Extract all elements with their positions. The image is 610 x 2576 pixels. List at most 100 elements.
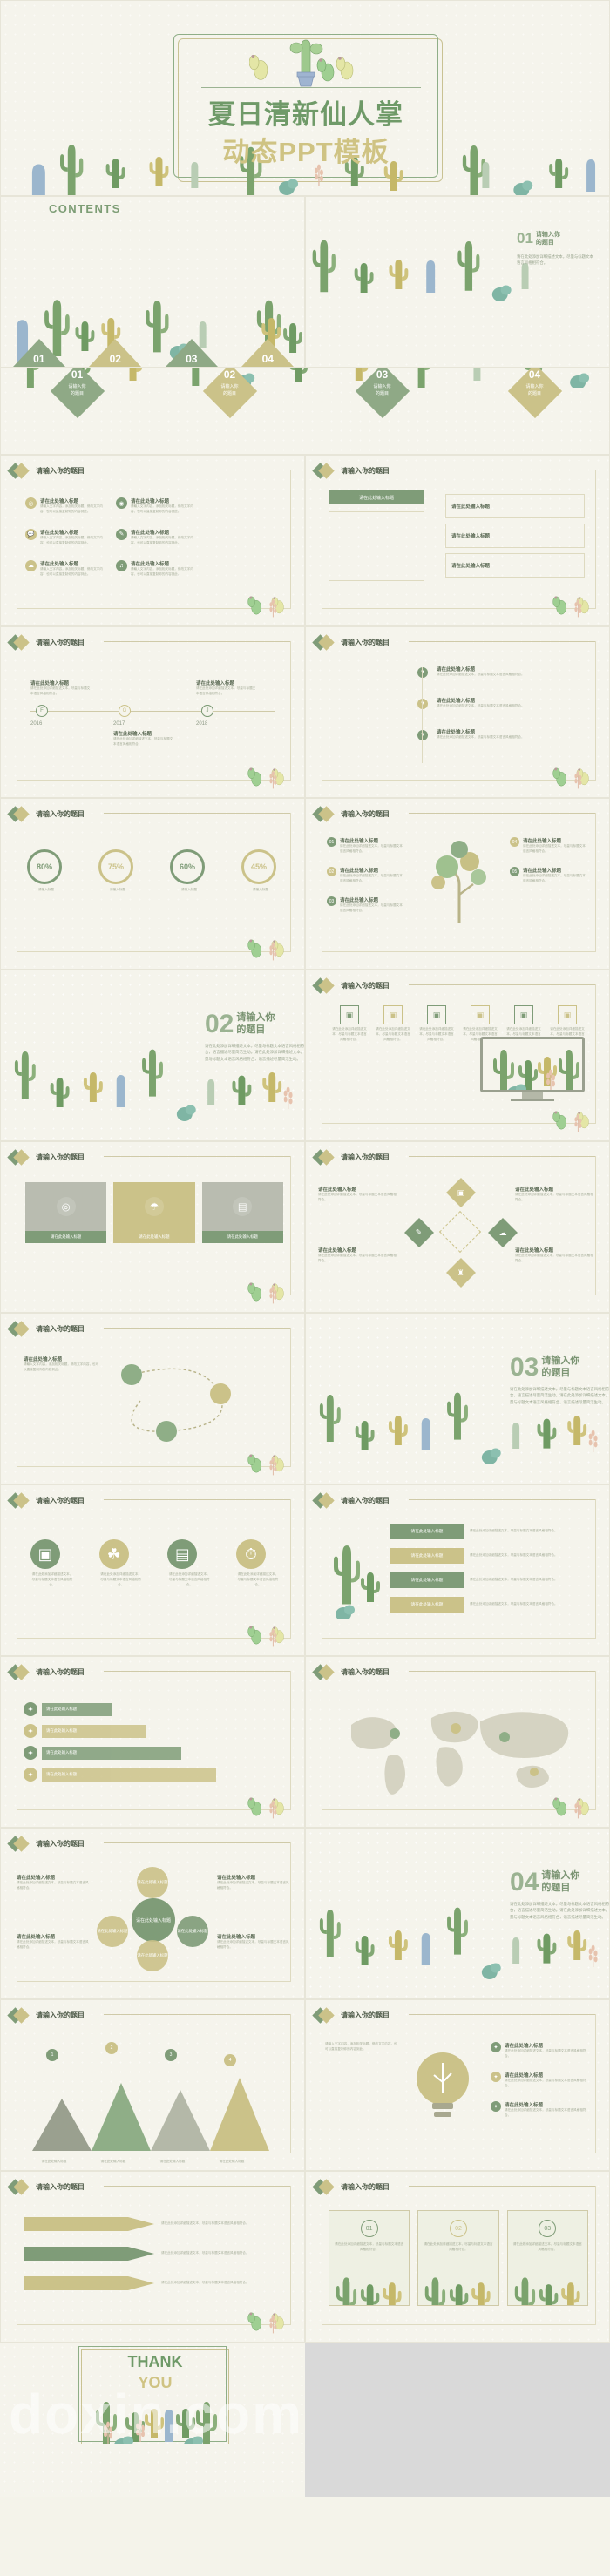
diamond-item-04[interactable]: 04 请输入你 的题目 [505, 368, 565, 421]
contents-item-01[interactable]: 01 [12, 339, 65, 367]
slide-title[interactable]: 夏日清新仙人掌 动态PPT模板 [0, 0, 610, 196]
peak-marker[interactable]: 1 [46, 2049, 58, 2061]
slide-17[interactable]: 请输入你的题目 请在此处输入标题 请在此处添加详细描述文本，尽量与标题文本语言风… [305, 1484, 610, 1656]
tree-node[interactable]: 05 请在此处输入标题 请在此处添加详细描述文本，尽量与标题文本语言风格相符合。 [510, 867, 588, 884]
step-bar-row[interactable]: ✦ 请在此处输入标题 [24, 1724, 285, 1738]
feature-item[interactable]: 💬 请在此处输入标题 请輸入文字内容，添加相关标题，修改文字内容，也可以直接复制… [25, 528, 109, 546]
diamond-item-03[interactable]: 03 请输入你 的题目 [353, 368, 412, 421]
cactus-decoration [247, 1282, 284, 1304]
ppt-template-preview: 夏日清新仙人掌 动态PPT模板 CONTENTS 01 02 03 04 01 … [0, 0, 610, 2497]
panel[interactable]: 01 请在此处添加详细描述文本，尽量与标题文本语言风格相符合。 [329, 2210, 410, 2306]
peak-marker[interactable]: 4 [224, 2054, 236, 2066]
step-bar-row[interactable]: ✦ 请在此处输入标题 [24, 1768, 285, 1782]
slide-5[interactable]: 请输入你的题目 请在此处输入标题 请在此处输入标题 请在此处输入标题 请在此处输… [305, 455, 610, 626]
peak-marker[interactable]: 2 [105, 2042, 118, 2054]
arrow-row[interactable]: 请在此处添加详细描述文本，尽量与标题文本语言风格相符合。 [24, 2214, 292, 2235]
slide-7[interactable]: 请输入你的题目 请在此处输入标题 请在此处添加详细描述文本，尽量与标题文本语言风格… [305, 626, 610, 798]
ribbon-row[interactable]: 请在此处输入标题 请在此处添加详细描述文本，尽量与标题文本语言风格相符合。 [390, 1597, 583, 1613]
circle-item[interactable]: ▤ 请在此处添加详细描述文本，尽量与标题文本语言风格相符合。 [167, 1539, 211, 1588]
percent-item[interactable]: 75% 请输入标题 [98, 849, 137, 893]
slide-6[interactable]: 请输入你的题目 F 2016 G 2017 H 2018 J 请在此处输入标题请… [0, 626, 305, 798]
percent-item[interactable]: 60% 请输入标题 [170, 849, 208, 893]
slide-row-13: 请输入你的题目 请在此处添加详细描述文本，尽量与标题文本语言风格相符合。 请在此… [0, 2171, 610, 2343]
ribbon-row[interactable]: 请在此处输入标题 请在此处添加详细描述文本，尽量与标题文本语言风格相符合。 [390, 1572, 583, 1588]
step-item[interactable]: 请在此处输入标题 请在此处添加详细描述文本，尽量与标题文本语言风格相符合。 [437, 666, 567, 678]
card[interactable]: ◎ 请在此处输入标题 [25, 1182, 107, 1243]
slide-14[interactable]: 请输入你的题目 请在此处输入标题 请輸入文字内容，添加相关标题，修改文字内容，也可… [0, 1313, 305, 1484]
ribbon-row[interactable]: 请在此处输入标题 请在此处添加详细描述文本，尽量与标题文本语言风格相符合。 [390, 1524, 583, 1539]
arrow-row[interactable]: 请在此处添加详细描述文本，尽量与标题文本语言风格相符合。 [24, 2243, 292, 2264]
slide-10[interactable]: 02 请输入你 的题目 请在此处添加详细描述文本，尽量与标题文本语言风格相符合，… [0, 970, 305, 1141]
slide-23[interactable]: 请输入你的题目 ✦ 请在此处输入标题 请在此处添加详细描述文本，尽量与标题文本语言风… [305, 1999, 610, 2171]
percent-item[interactable]: 80% 请输入标题 [27, 849, 65, 893]
tree-node[interactable]: 01 请在此处输入标题 请在此处添加详细描述文本，尽量与标题文本语言风格相符合。 [327, 837, 405, 855]
feature-item[interactable]: ◉ 请在此处输入标题 请輸入文字内容，添加相关标题，修改文字内容，也可以直接复制… [116, 497, 200, 515]
timeline-node-end[interactable]: J [201, 705, 214, 717]
tree-node[interactable]: 02 请在此处输入标题 请在此处添加详细描述文本，尽量与标题文本语言风格相符合。 [327, 867, 405, 884]
peak-marker[interactable]: 3 [165, 2049, 177, 2061]
bulb-item[interactable]: ✦ 请在此处输入标题 请在此处添加详细描述文本，尽量与标题文本语言风格相符合。 [491, 2101, 586, 2119]
timeline-node[interactable]: G [119, 705, 131, 717]
slide-11[interactable]: 请输入你的题目 ▣ 请在此处添加详细描述文本，尽量与标题文本语言风格相符合。 ▣… [305, 970, 610, 1141]
list-row[interactable]: 请在此处输入标题 [445, 553, 585, 578]
diamond-node[interactable]: ✎ [404, 1218, 434, 1247]
feature-item[interactable]: ♫ 请在此处输入标题 请輸入文字内容，添加相关标题，修改文字内容，也可以直接复制… [116, 559, 200, 578]
cluster-node[interactable]: 请在此处输入标题 [137, 1867, 168, 1898]
slide-diamond-nav[interactable]: 01 请输入你 的题目 02 请输入你 的题目 03 请输入你 的题目 04 请输入你… [0, 368, 610, 455]
slide-18[interactable]: 请输入你的题目 ✦ 请在此处输入标题 ✦ 请在此处输入标题 ✦ 请在此处输入标题… [0, 1656, 305, 1828]
timeline-node[interactable]: F [36, 705, 48, 717]
tree-node[interactable]: 04 请在此处输入标题 请在此处添加详细描述文本，尽量与标题文本语言风格相符合。 [510, 837, 588, 855]
slide-contents[interactable]: CONTENTS 01 02 03 04 [0, 196, 305, 368]
icon-item[interactable]: ▣ 请在此处添加详细描述文本，尽量与标题文本语言风格相符合。 [376, 1005, 410, 1043]
cluster-node[interactable]: 请在此处输入标题 [97, 1916, 128, 1947]
slide-22[interactable]: 请输入你的题目 1234 请在此处输入标题 请在此处输入标题 请在此处输入标题 请在此… [0, 1999, 305, 2171]
diamond-item-02[interactable]: 02 请输入你 的题目 [200, 368, 260, 421]
icon-item[interactable]: ▣ 请在此处添加详细描述文本，尽量与标题文本语言风格相符合。 [332, 1005, 367, 1043]
circle-item[interactable]: ☘ 请在此处添加详细描述文本，尽量与标题文本语言风格相符合。 [98, 1539, 143, 1588]
step-item[interactable]: 请在此处输入标题 请在此处添加详细描述文本，尽量与标题文本语言风格相符合。 [437, 728, 567, 740]
slide-24[interactable]: 请输入你的题目 请在此处添加详细描述文本，尽量与标题文本语言风格相符合。 请在此… [0, 2171, 305, 2343]
slide-21[interactable]: 04 请输入你 的题目 请在此处添加详细描述文本，尽量与标题文本语言风格相符合，… [305, 1828, 610, 1999]
feature-item[interactable]: ☁ 请在此处输入标题 请輸入文字内容，添加相关标题，修改文字内容，也可以直接复制… [25, 559, 109, 578]
slide-25[interactable]: 请输入你的题目 01 请在此处添加详细描述文本，尽量与标题文本语言风格相符合。 … [305, 2171, 610, 2343]
contents-item-03[interactable]: 03 [165, 339, 218, 367]
slide-15[interactable]: 03 请输入你 的题目 请在此处添加详细描述文本，尽量与标题文本语言风格相符合，… [305, 1313, 610, 1484]
slide-12[interactable]: 请输入你的题目 ◎ 请在此处输入标题 ☂ 请在此处输入标题 ▤ 请在此处输入标题 [0, 1141, 305, 1313]
diamond-item-01[interactable]: 01 请输入你 的题目 [48, 368, 107, 421]
cluster-node[interactable]: 请在此处输入标题 [137, 1940, 168, 1971]
bulb-item[interactable]: ✦ 请在此处输入标题 请在此处添加详细描述文本，尽量与标题文本语言风格相符合。 [491, 2042, 586, 2059]
feature-item[interactable]: ◎ 请在此处输入标题 请輸入文字内容，添加相关标题，修改文字内容，也可以直接复制… [25, 497, 109, 515]
slide-13[interactable]: 请输入你的题目 ▣ ✎ ☁ ♜ 请在此处输入标题 请在此处添加详细描述文本，尽量与… [305, 1141, 610, 1313]
card[interactable]: ☂ 请在此处输入标题 [113, 1182, 195, 1243]
diamond-node[interactable]: ▣ [446, 1178, 476, 1207]
circle-item[interactable]: ▣ 请在此处添加详细描述文本，尽量与标题文本语言风格相符合。 [30, 1539, 74, 1588]
list-row[interactable]: 请在此处输入标题 [445, 494, 585, 518]
slide-19[interactable]: 请输入你的题目 [305, 1656, 610, 1828]
slide-8[interactable]: 请输入你的题目 80% 请输入标题 75% 请输入标题 60% 请输入标题 45… [0, 798, 305, 970]
slide-4[interactable]: 请输入你的题目 ◎ 请在此处输入标题 请輸入文字内容，添加相关标题，修改文字内容… [0, 455, 305, 626]
contents-item-04[interactable]: 04 [241, 339, 295, 367]
feature-item[interactable]: ✎ 请在此处输入标题 请輸入文字内容，添加相关标题，修改文字内容，也可以直接复制… [116, 528, 200, 546]
step-item[interactable]: 请在此处输入标题 请在此处添加详细描述文本，尽量与标题文本语言风格相符合。 [437, 697, 567, 709]
slide-contents-right[interactable]: 01 请输入你 的题目 请在此处添加详细描述文本，尽量与标题文本语言风格相符合。 [305, 196, 610, 368]
step-bar-row[interactable]: ✦ 请在此处输入标题 [24, 1746, 285, 1760]
step-bar-row[interactable]: ✦ 请在此处输入标题 [24, 1702, 285, 1716]
list-row[interactable]: 请在此处输入标题 [445, 524, 585, 548]
slide-9[interactable]: 请输入你的题目 01 请在此处输入标题 请在此处添加详细描述文本，尽量与标题文本语… [305, 798, 610, 970]
circle-item[interactable]: ⏱ 请在此处添加详细描述文本，尽量与标题文本语言风格相符合。 [235, 1539, 280, 1588]
bulb-item[interactable]: ✦ 请在此处输入标题 请在此处添加详细描述文本，尽量与标题文本语言风格相符合。 [491, 2072, 586, 2089]
callout-box[interactable]: 请在此处输入标题 [329, 490, 424, 504]
tree-node[interactable]: 03 请在此处输入标题 请在此处添加详细描述文本，尽量与标题文本语言风格相符合。 [327, 896, 405, 914]
percent-item[interactable]: 45% 请输入标题 [241, 849, 280, 893]
card[interactable]: ▤ 请在此处输入标题 [201, 1182, 283, 1243]
monitor-mock[interactable] [480, 1037, 585, 1101]
slide-16[interactable]: 请输入你的题目 ▣ 请在此处添加详细描述文本，尽量与标题文本语言风格相符合。 ☘ 请… [0, 1484, 305, 1656]
contents-item-02[interactable]: 02 [89, 339, 142, 367]
cluster-node[interactable]: 请在此处输入标题 [177, 1916, 208, 1947]
ribbon-row[interactable]: 请在此处输入标题 请在此处添加详细描述文本，尽量与标题文本语言风格相符合。 [390, 1548, 583, 1564]
panel[interactable]: 02 请在此处添加详细描述文本，尽量与标题文本语言风格相符合。 [417, 2210, 499, 2306]
panel[interactable]: 03 请在此处添加详细描述文本，尽量与标题文本语言风格相符合。 [506, 2210, 588, 2306]
icon-item[interactable]: ▣ 请在此处添加详细描述文本，尽量与标题文本语言风格相符合。 [419, 1005, 454, 1043]
slide-20[interactable]: 请输入你的题目 请在此处输入标题 请在此处输入标题 请在此处输入标题 请在此处输入标… [0, 1828, 305, 1999]
arrow-row[interactable]: 请在此处添加详细描述文本，尽量与标题文本语言风格相符合。 [24, 2273, 292, 2294]
